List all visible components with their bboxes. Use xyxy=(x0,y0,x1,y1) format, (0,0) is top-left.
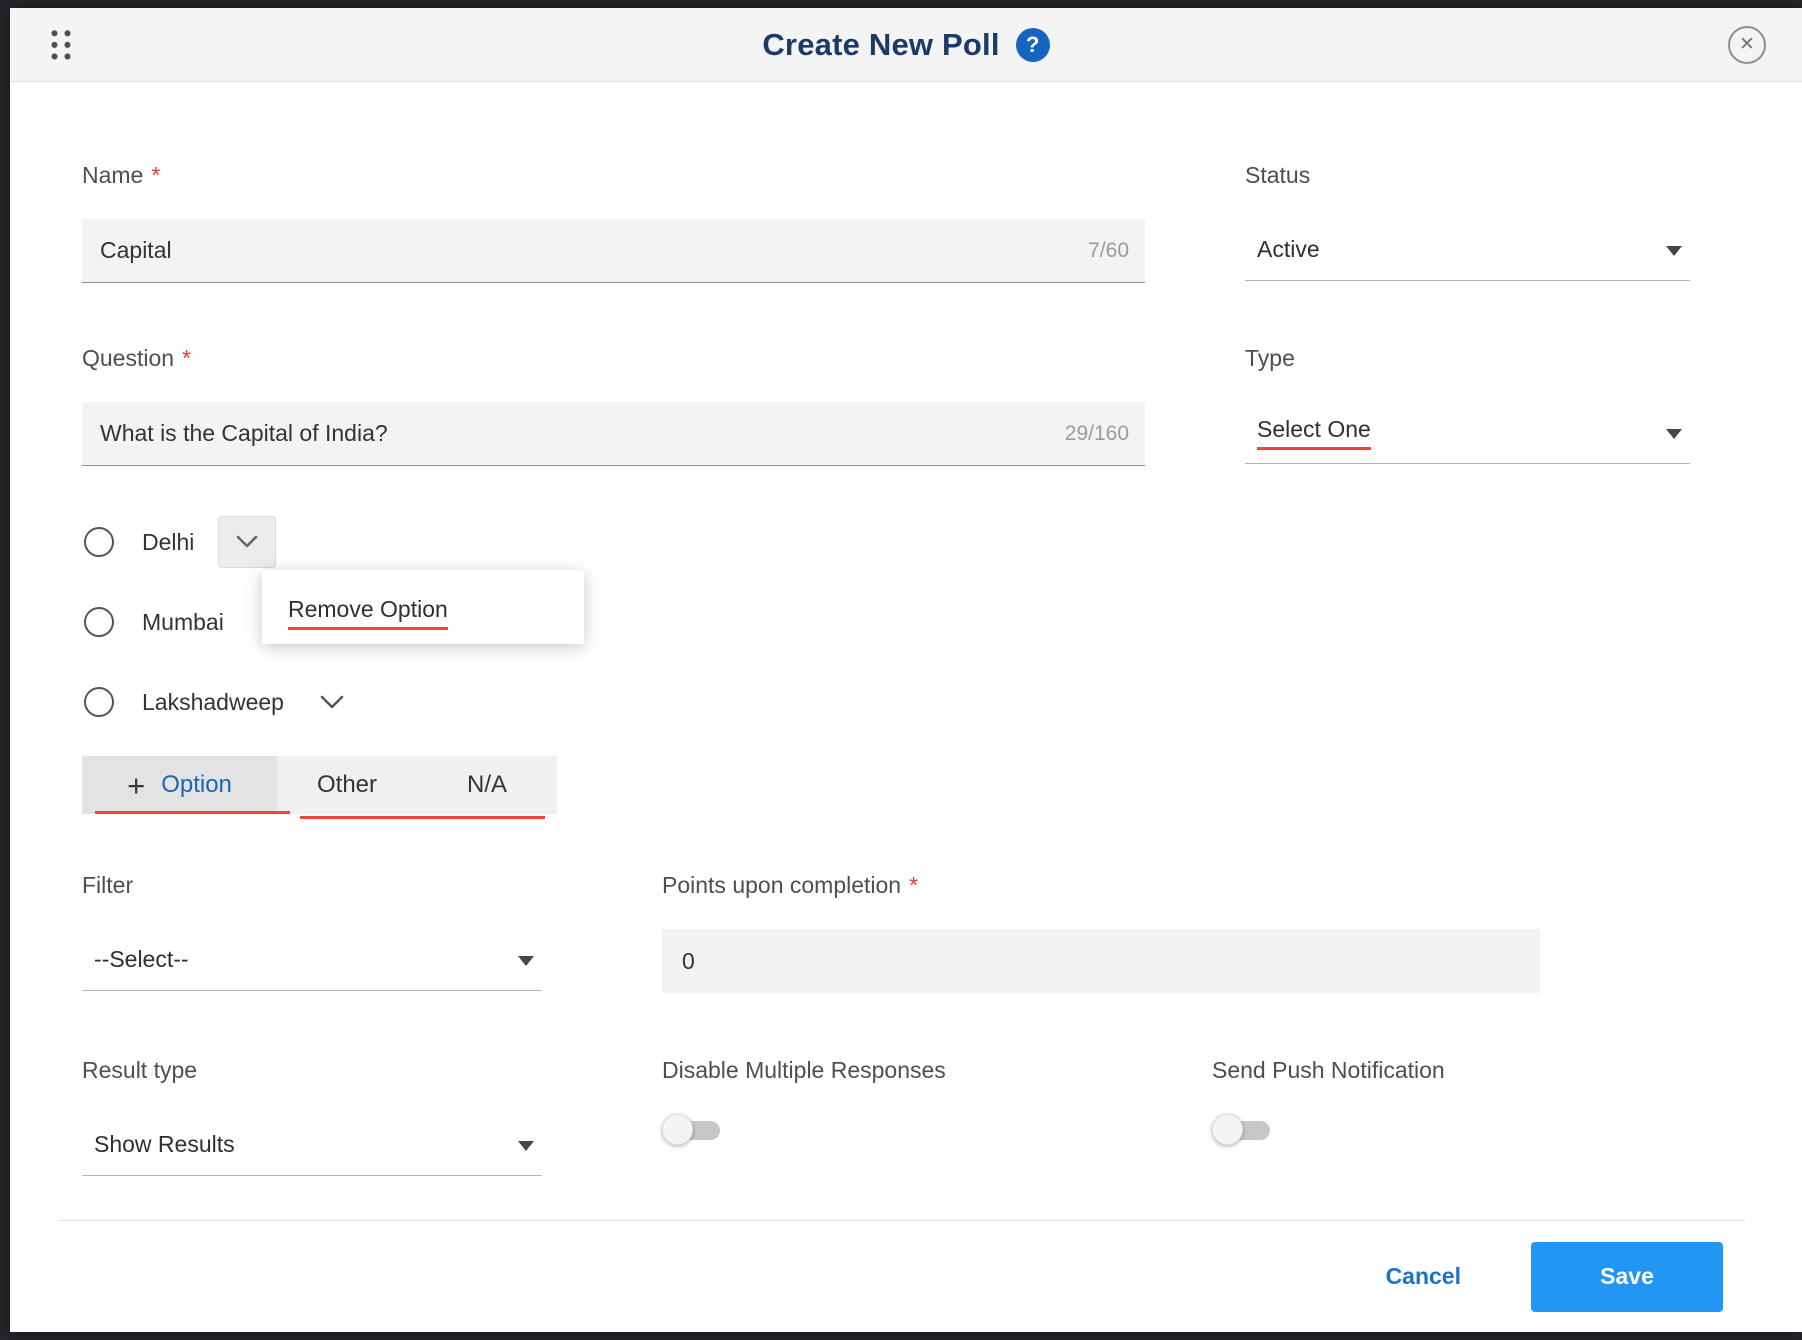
question-char-counter: 29/160 xyxy=(1064,421,1129,445)
chevron-down-icon xyxy=(237,535,258,548)
radio-button-lakshadweep[interactable] xyxy=(84,687,114,717)
bottom-row-2: Result type Show Results Disable Multipl… xyxy=(82,1057,1730,1176)
option-row-mumbai: Mumbai Remove Option xyxy=(82,570,1145,662)
name-input[interactable] xyxy=(82,219,1145,282)
cancel-button[interactable]: Cancel xyxy=(1386,1263,1461,1290)
title-wrap: Create New Poll ? xyxy=(762,26,1050,63)
disable-multiple-label: Disable Multiple Responses xyxy=(662,1057,946,1083)
type-value: Select One xyxy=(1257,416,1371,450)
question-label: Question * xyxy=(82,345,1145,372)
left-column: Name * 7/60 Question * 29/160 xyxy=(82,82,1145,819)
bottom-row-1: Filter --Select-- Points upon completion… xyxy=(82,872,1730,993)
option-menu-button-lakshadweep[interactable] xyxy=(320,695,344,710)
type-label: Type xyxy=(1245,345,1295,371)
close-icon: ✕ xyxy=(1739,34,1755,55)
add-na-button[interactable]: N/A xyxy=(417,756,557,814)
disable-multiple-toggle[interactable] xyxy=(662,1114,726,1147)
name-field: 7/60 xyxy=(82,219,1145,283)
add-option-bar: + Option Other N/A xyxy=(82,756,557,819)
annotation-underline-other-na xyxy=(300,816,545,819)
chevron-down-icon xyxy=(320,695,344,708)
menu-item-remove-option[interactable]: Remove Option xyxy=(288,596,448,630)
result-type-label: Result type xyxy=(82,1057,198,1083)
modal-footer: Cancel Save xyxy=(60,1220,1745,1332)
points-field xyxy=(662,929,1540,993)
dropdown-caret-icon xyxy=(518,1140,534,1151)
save-button[interactable]: Save xyxy=(1531,1241,1723,1312)
name-label: Name * xyxy=(82,162,1145,189)
create-poll-modal: Create New Poll ? ✕ Name * 7/60 Question * xyxy=(10,8,1802,1332)
filter-label: Filter xyxy=(82,872,134,898)
dropdown-caret-icon xyxy=(1666,428,1682,439)
toggle-knob xyxy=(662,1114,693,1145)
filter-value: --Select-- xyxy=(94,946,189,972)
option-label-delhi: Delhi xyxy=(142,528,195,555)
top-grid: Name * 7/60 Question * 29/160 xyxy=(82,82,1730,819)
question-input[interactable] xyxy=(82,402,1145,465)
drag-handle-icon[interactable] xyxy=(48,27,73,62)
radio-button-delhi[interactable] xyxy=(84,527,114,557)
name-label-text: Name xyxy=(82,162,144,188)
option-label-lakshadweep: Lakshadweep xyxy=(142,688,284,715)
name-required-mark: * xyxy=(151,162,161,188)
option-menu-button-delhi[interactable] xyxy=(218,516,277,568)
plus-icon: + xyxy=(127,767,146,803)
help-icon[interactable]: ? xyxy=(1015,27,1050,62)
close-button[interactable]: ✕ xyxy=(1728,25,1766,64)
toggle-knob xyxy=(1212,1114,1243,1145)
option-context-menu: Remove Option xyxy=(262,570,584,644)
send-push-label: Send Push Notification xyxy=(1212,1057,1445,1083)
dropdown-caret-icon xyxy=(518,955,534,966)
result-type-block: Result type Show Results xyxy=(82,1057,542,1176)
question-required-mark: * xyxy=(182,345,192,371)
options-list: Delhi Mumbai Remove Option Lakshadweep xyxy=(82,502,1145,742)
points-required-mark: * xyxy=(909,872,919,898)
send-push-block: Send Push Notification xyxy=(1212,1057,1552,1176)
question-label-text: Question xyxy=(82,345,175,371)
disable-multiple-block: Disable Multiple Responses xyxy=(662,1057,1192,1176)
modal-body: Name * 7/60 Question * 29/160 xyxy=(10,82,1802,1220)
option-row-lakshadweep: Lakshadweep xyxy=(82,662,1145,742)
filter-dropdown[interactable]: --Select-- xyxy=(82,929,542,991)
modal-title: Create New Poll xyxy=(762,26,1000,62)
points-block: Points upon completion * xyxy=(662,872,1540,993)
question-field: 29/160 xyxy=(82,402,1145,466)
modal-header: Create New Poll ? ✕ xyxy=(10,8,1802,82)
add-option-button[interactable]: + Option xyxy=(82,756,277,814)
option-label-mumbai: Mumbai xyxy=(142,608,224,635)
type-dropdown[interactable]: Select One xyxy=(1245,402,1690,464)
filter-block: Filter --Select-- xyxy=(82,872,542,993)
points-input[interactable] xyxy=(662,929,1540,993)
status-dropdown[interactable]: Active xyxy=(1245,219,1690,281)
option-row-delhi: Delhi xyxy=(82,502,1145,582)
points-label-text: Points upon completion xyxy=(662,872,902,898)
points-label: Points upon completion * xyxy=(662,872,1540,899)
radio-button-mumbai[interactable] xyxy=(84,607,114,637)
add-option-label: Option xyxy=(161,771,232,798)
right-column: Status Active Type Select One xyxy=(1245,82,1690,814)
send-push-toggle[interactable] xyxy=(1212,1114,1276,1147)
result-type-value: Show Results xyxy=(94,1131,235,1157)
result-type-dropdown[interactable]: Show Results xyxy=(82,1114,542,1176)
add-other-button[interactable]: Other xyxy=(277,756,417,814)
name-char-counter: 7/60 xyxy=(1088,238,1129,262)
status-value: Active xyxy=(1257,236,1320,262)
status-label: Status xyxy=(1245,162,1311,188)
annotation-underline-option xyxy=(95,811,290,814)
dropdown-caret-icon xyxy=(1666,245,1682,256)
